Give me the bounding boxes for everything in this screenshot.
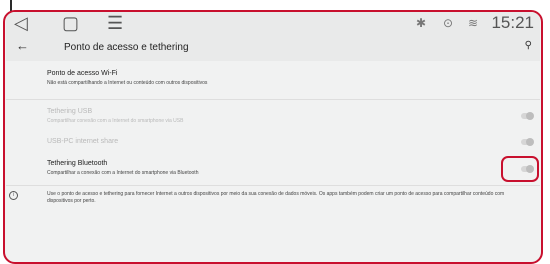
setting-subtitle: Compartilhar a conexão com a Internet do… bbox=[47, 170, 199, 176]
page-title: Ponto de acesso e tethering bbox=[64, 42, 189, 53]
divider bbox=[6, 99, 540, 100]
usb-tethering-toggle bbox=[521, 112, 534, 120]
home-square-icon[interactable]: ▢ bbox=[62, 13, 79, 33]
info-icon: i bbox=[9, 191, 18, 200]
setting-title: Tethering Bluetooth bbox=[47, 160, 108, 167]
arrow-back-icon[interactable]: ← bbox=[16, 38, 29, 53]
info-text: Use o ponto de acesso e tethering para f… bbox=[47, 191, 505, 204]
setting-subtitle: Não está compartilhando a Internet ou co… bbox=[47, 80, 208, 86]
app-bar: ← Ponto de acesso e tethering ⚲ bbox=[6, 35, 540, 61]
menu-lines-icon[interactable]: ☰ bbox=[107, 13, 123, 33]
setting-title: Tethering USB bbox=[47, 108, 93, 115]
setting-title: USB-PC internet share bbox=[47, 138, 119, 145]
back-triangle-icon[interactable]: ◁ bbox=[14, 13, 28, 33]
highlight-box bbox=[501, 156, 539, 182]
divider bbox=[6, 185, 540, 186]
status-bar: ◁ ▢ ☰ ✱ ⊙ ≋ 15:21 bbox=[6, 12, 540, 35]
wifi-icon: ≋ bbox=[468, 16, 479, 30]
setting-subtitle: Compartilhar conexão com a Internet do s… bbox=[47, 118, 184, 124]
bluetooth-icon: ✱ bbox=[416, 16, 427, 30]
setting-title: Ponto de acesso Wi-Fi bbox=[47, 70, 118, 77]
usb-pc-share-toggle bbox=[521, 138, 534, 146]
clock: 15:21 bbox=[491, 13, 534, 32]
search-icon[interactable]: ⚲ bbox=[525, 40, 532, 51]
location-icon: ⊙ bbox=[443, 16, 454, 30]
